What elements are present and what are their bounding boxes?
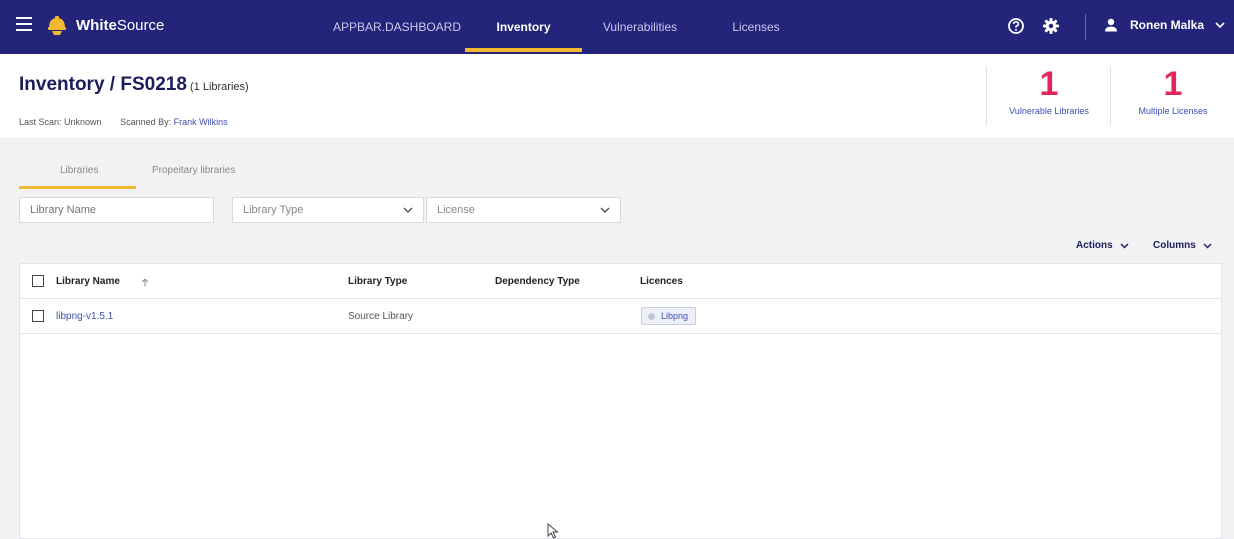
user-menu[interactable]: Ronen Malka <box>1104 18 1226 32</box>
nav-tab-vulnerabilities[interactable]: Vulnerabilities <box>590 0 690 54</box>
license-status-dot <box>648 312 655 320</box>
chevron-down-icon <box>403 207 413 214</box>
library-name-link[interactable]: libpng-v1.5.1 <box>56 311 113 322</box>
columns-dropdown[interactable]: Columns <box>1153 240 1212 251</box>
page-header: Inventory / FS0218 (1 Libraries) Last Sc… <box>0 54 1234 138</box>
scan-meta: Last Scan: Unknown Scanned By: Frank Wil… <box>19 117 228 127</box>
table-header: Library Name Library Type Dependency Typ… <box>20 264 1221 299</box>
mouse-cursor-icon <box>547 523 559 539</box>
library-type-label: Library Type <box>243 204 304 216</box>
chevron-down-icon <box>1203 243 1212 249</box>
appbar-divider <box>1085 14 1086 40</box>
gear-icon[interactable] <box>1042 17 1060 35</box>
chevron-down-icon <box>1120 243 1129 249</box>
actions-dropdown[interactable]: Actions <box>1076 240 1129 251</box>
stat-multiple-licenses[interactable]: 1 Multiple Licenses <box>1114 66 1232 128</box>
license-chip-label: Libpng <box>661 311 689 321</box>
library-type-cell: Source Library <box>348 311 414 322</box>
actions-label: Actions <box>1076 240 1113 251</box>
sort-arrow-up-icon[interactable] <box>141 278 149 287</box>
scanned-by-link[interactable]: Frank Wilkins <box>174 117 228 127</box>
stat-label[interactable]: Vulnerable Libraries <box>990 106 1108 116</box>
column-header-library-type[interactable]: Library Type <box>348 276 407 287</box>
menu-icon[interactable] <box>16 17 32 35</box>
nav-tab-dashboard[interactable]: APPBAR.DASHBOARD <box>327 0 467 54</box>
stat-value: 1 <box>1163 65 1183 103</box>
help-circle-icon[interactable] <box>1007 17 1025 35</box>
row-checkbox[interactable] <box>32 310 44 322</box>
library-type-select[interactable]: Library Type <box>232 197 424 223</box>
tab-proprietary-libraries[interactable]: Propeitary libraries <box>152 165 235 176</box>
user-name: Ronen Malka <box>1130 18 1205 32</box>
column-header-dependency-type[interactable]: Dependency Type <box>495 276 580 287</box>
column-header-library-name[interactable]: Library Name <box>56 276 120 287</box>
user-icon <box>1105 18 1117 32</box>
stat-divider <box>1110 66 1111 126</box>
select-all-checkbox[interactable] <box>32 275 44 287</box>
scanned-by-label: Scanned By: <box>120 117 172 127</box>
stat-vulnerable-libraries[interactable]: 1 Vulnerable Libraries <box>990 66 1108 128</box>
license-chip[interactable]: Libpng <box>641 307 697 325</box>
nav-tab-licenses[interactable]: Licenses <box>716 0 796 54</box>
library-name-search-input[interactable] <box>19 197 214 223</box>
columns-label: Columns <box>1153 240 1196 251</box>
license-label: License <box>437 204 475 216</box>
active-tab-indicator <box>19 186 136 189</box>
stat-label[interactable]: Multiple Licenses <box>1114 106 1232 116</box>
column-header-licences[interactable]: Licences <box>640 276 683 287</box>
chevron-down-icon <box>600 207 610 214</box>
brand-name: WhiteSource <box>76 16 165 34</box>
brand[interactable]: WhiteSource <box>46 14 164 36</box>
tab-libraries[interactable]: Libraries <box>60 165 98 176</box>
chevron-down-icon <box>1215 22 1225 29</box>
table-row[interactable]: libpng-v1.5.1 Source Library Libpng <box>20 299 1221 334</box>
stat-value: 1 <box>1039 65 1059 103</box>
license-select[interactable]: License <box>426 197 621 223</box>
last-scan: Last Scan: Unknown <box>19 117 102 127</box>
stat-divider <box>986 66 987 126</box>
library-count: (1 Libraries) <box>190 81 249 93</box>
app-bar: WhiteSource APPBAR.DASHBOARD Inventory V… <box>0 0 1234 54</box>
whitesource-logo <box>48 16 66 35</box>
libraries-table: Library Name Library Type Dependency Typ… <box>19 263 1222 539</box>
nav-tab-inventory[interactable]: Inventory <box>465 0 582 54</box>
page-title: Inventory / FS0218 <box>19 74 187 95</box>
